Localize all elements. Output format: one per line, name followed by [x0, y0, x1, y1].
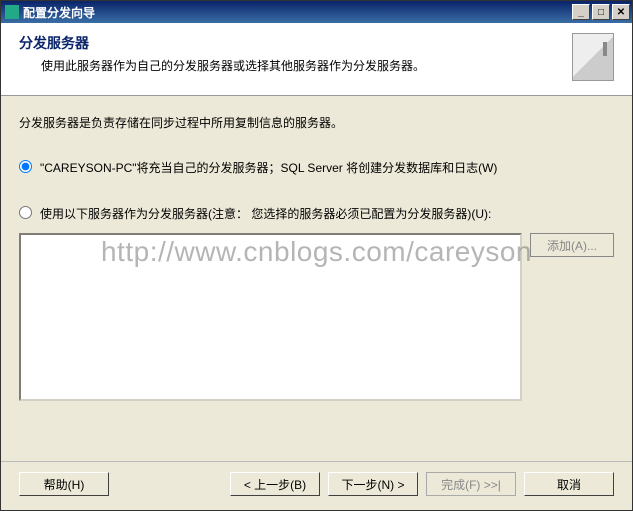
description-text: 分发服务器是负责存储在同步过程中所用复制信息的服务器。 — [19, 114, 614, 131]
button-bar: 帮助(H) < 上一步(B) 下一步(N) > 完成(F) >>| 取消 — [1, 461, 632, 510]
window-controls: _ □ ✕ — [572, 4, 630, 20]
main-panel: 分发服务器是负责存储在同步过程中所用复制信息的服务器。 "CAREYSON-PC… — [1, 96, 632, 461]
titlebar: 配置分发向导 _ □ ✕ — [1, 1, 632, 23]
minimize-button[interactable]: _ — [572, 4, 590, 20]
finish-button: 完成(F) >>| — [426, 472, 516, 496]
radio-other-distributor-label[interactable]: 使用以下服务器作为分发服务器(注意： 您选择的服务器必须已配置为分发服务器)(U… — [40, 205, 491, 223]
server-icon — [572, 33, 614, 81]
radio-self-distributor[interactable] — [19, 160, 32, 173]
radio-option-self-distributor[interactable]: "CAREYSON-PC"将充当自己的分发服务器；SQL Server 将创建分… — [19, 159, 614, 177]
back-button[interactable]: < 上一步(B) — [230, 472, 320, 496]
titlebar-left: 配置分发向导 — [5, 4, 95, 21]
app-icon — [5, 5, 19, 19]
add-button: 添加(A)... — [530, 233, 614, 257]
server-list-area: 添加(A)... — [19, 233, 614, 401]
maximize-button[interactable]: □ — [592, 4, 610, 20]
radio-self-distributor-label[interactable]: "CAREYSON-PC"将充当自己的分发服务器；SQL Server 将创建分… — [40, 159, 497, 177]
nav-button-group: < 上一步(B) 下一步(N) > 完成(F) >>| 取消 — [230, 472, 614, 496]
server-listbox[interactable] — [19, 233, 522, 401]
cancel-button[interactable]: 取消 — [524, 472, 614, 496]
page-title: 分发服务器 — [19, 33, 425, 53]
header-panel: 分发服务器 使用此服务器作为自己的分发服务器或选择其他服务器作为分发服务器。 — [1, 23, 632, 96]
radio-other-distributor[interactable] — [19, 206, 32, 219]
window-title: 配置分发向导 — [23, 4, 95, 21]
page-subtitle: 使用此服务器作为自己的分发服务器或选择其他服务器作为分发服务器。 — [19, 57, 425, 74]
next-button[interactable]: 下一步(N) > — [328, 472, 418, 496]
help-button[interactable]: 帮助(H) — [19, 472, 109, 496]
content-area: 分发服务器 使用此服务器作为自己的分发服务器或选择其他服务器作为分发服务器。 分… — [1, 23, 632, 510]
close-button[interactable]: ✕ — [612, 4, 630, 20]
header-text: 分发服务器 使用此服务器作为自己的分发服务器或选择其他服务器作为分发服务器。 — [19, 33, 425, 74]
radio-option-other-distributor[interactable]: 使用以下服务器作为分发服务器(注意： 您选择的服务器必须已配置为分发服务器)(U… — [19, 205, 614, 223]
